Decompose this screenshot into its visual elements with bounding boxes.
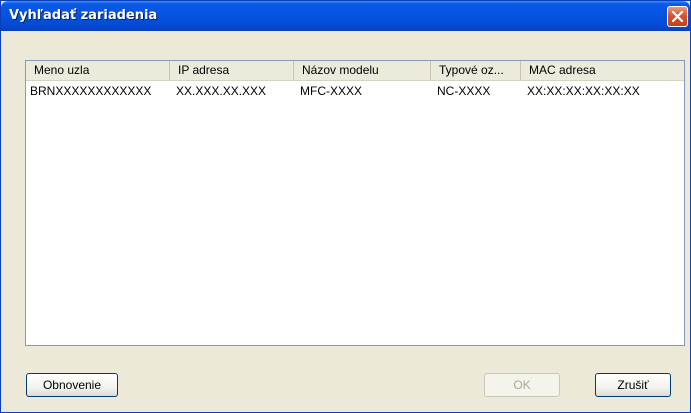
cancel-button[interactable]: Zrušiť [595, 373, 671, 397]
column-header-model-name[interactable]: Názov modelu [294, 61, 431, 80]
column-header-type[interactable]: Typové oz... [431, 61, 521, 80]
dialog-title: Vyhľadať zariadenia [9, 8, 158, 23]
cell-mac-address: XX:XX:XX:XX:XX:XX [527, 84, 640, 98]
ok-button[interactable]: OK [484, 373, 560, 397]
cell-model-name: MFC-XXXX [300, 84, 363, 98]
device-list[interactable]: Meno uzla IP adresa Názov modelu Typové … [25, 60, 685, 346]
close-icon [671, 10, 684, 23]
refresh-button[interactable]: Obnovenie [26, 373, 118, 397]
column-header-node-name[interactable]: Meno uzla [26, 61, 170, 80]
cell-node-name: BRNXXXXXXXXXXXX [30, 84, 152, 98]
title-bar[interactable]: Vyhľadať zariadenia [1, 1, 690, 31]
close-button[interactable] [667, 6, 688, 27]
list-header: Meno uzla IP adresa Názov modelu Typové … [26, 61, 684, 81]
column-header-ip-address[interactable]: IP adresa [170, 61, 294, 80]
cell-type: NC-XXXX [437, 84, 491, 98]
cell-ip-address: XX.XXX.XX.XXX [176, 84, 267, 98]
table-row[interactable]: BRNXXXXXXXXXXXX XX.XXX.XX.XXX MFC-XXXX N… [26, 82, 684, 100]
column-header-mac-address[interactable]: MAC adresa [521, 61, 684, 80]
search-devices-dialog: Vyhľadať zariadenia Meno uzla IP adresa … [0, 0, 691, 413]
